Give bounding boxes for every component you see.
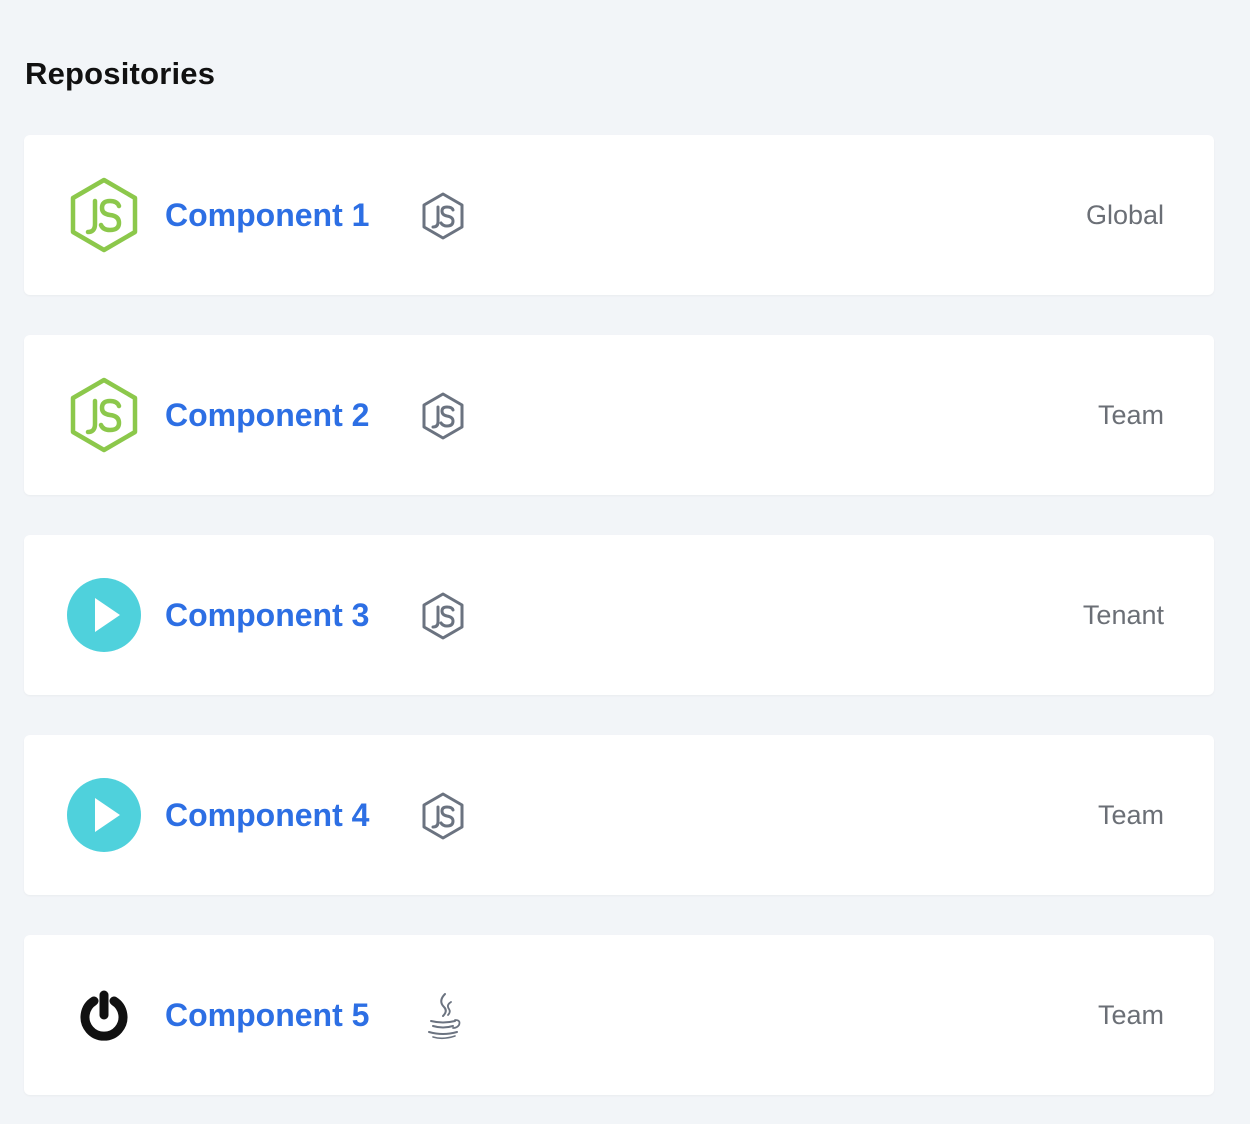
nodejs-icon — [418, 191, 468, 241]
repository-name-link[interactable]: Component 1 — [165, 197, 369, 233]
repository-list: Component 1 Global Component 2 Team Comp… — [24, 135, 1214, 1095]
repository-card[interactable]: Component 3 Tenant — [24, 535, 1214, 695]
nodejs-logo-icon — [66, 177, 142, 253]
scope-label: Team — [1097, 800, 1164, 830]
nodejs-icon — [418, 591, 468, 641]
repository-card[interactable]: Component 5 Team — [24, 935, 1214, 1095]
scope-label: Team — [1097, 1000, 1164, 1030]
scope-label: Tenant — [1082, 600, 1164, 630]
repository-name-link[interactable]: Component 3 — [165, 597, 369, 633]
scope-label: Team — [1097, 400, 1164, 430]
repository-card[interactable]: Component 1 Global — [24, 135, 1214, 295]
repository-card[interactable]: Component 2 Team — [24, 335, 1214, 495]
scope-label: Global — [1085, 200, 1164, 230]
nodejs-icon — [418, 791, 468, 841]
power-icon — [66, 977, 142, 1053]
java-icon — [418, 991, 468, 1041]
repository-card[interactable]: Component 4 Team — [24, 735, 1214, 895]
repositories-page: Repositories Component 1 Global Componen… — [0, 0, 1250, 1124]
play-circle-icon — [66, 577, 142, 653]
nodejs-logo-icon — [66, 377, 142, 453]
repository-name-link[interactable]: Component 2 — [165, 397, 369, 433]
repository-name-link[interactable]: Component 5 — [165, 997, 369, 1033]
nodejs-icon — [418, 391, 468, 441]
repository-name-link[interactable]: Component 4 — [165, 797, 369, 833]
page-title: Repositories — [25, 56, 216, 91]
play-circle-icon — [66, 777, 142, 853]
